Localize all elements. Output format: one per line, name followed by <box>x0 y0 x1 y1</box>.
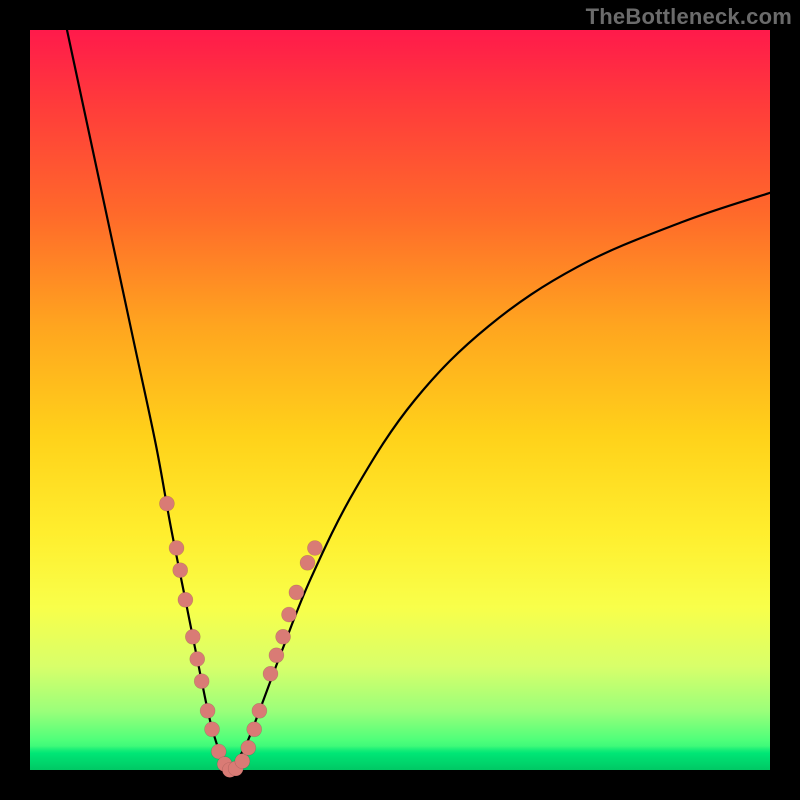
curve-right-branch <box>230 193 770 770</box>
data-beads-group <box>159 496 322 777</box>
data-bead <box>190 652 205 667</box>
data-bead <box>235 754 250 769</box>
data-bead <box>263 666 278 681</box>
data-bead <box>276 629 291 644</box>
data-bead <box>241 740 256 755</box>
data-bead <box>173 563 188 578</box>
data-bead <box>185 629 200 644</box>
curve-left-branch <box>67 30 230 770</box>
data-bead <box>269 648 284 663</box>
data-bead <box>252 703 267 718</box>
plot-area <box>30 30 770 770</box>
chart-container: TheBottleneck.com <box>0 0 800 800</box>
data-bead <box>205 722 220 737</box>
data-bead <box>169 541 184 556</box>
data-bead <box>247 722 262 737</box>
bottleneck-curve-svg <box>30 30 770 770</box>
data-bead <box>200 703 215 718</box>
attribution-label: TheBottleneck.com <box>586 4 792 30</box>
data-bead <box>282 607 297 622</box>
data-bead <box>159 496 174 511</box>
data-bead <box>194 674 209 689</box>
data-bead <box>178 592 193 607</box>
data-bead <box>300 555 315 570</box>
data-bead <box>307 541 322 556</box>
data-bead <box>289 585 304 600</box>
